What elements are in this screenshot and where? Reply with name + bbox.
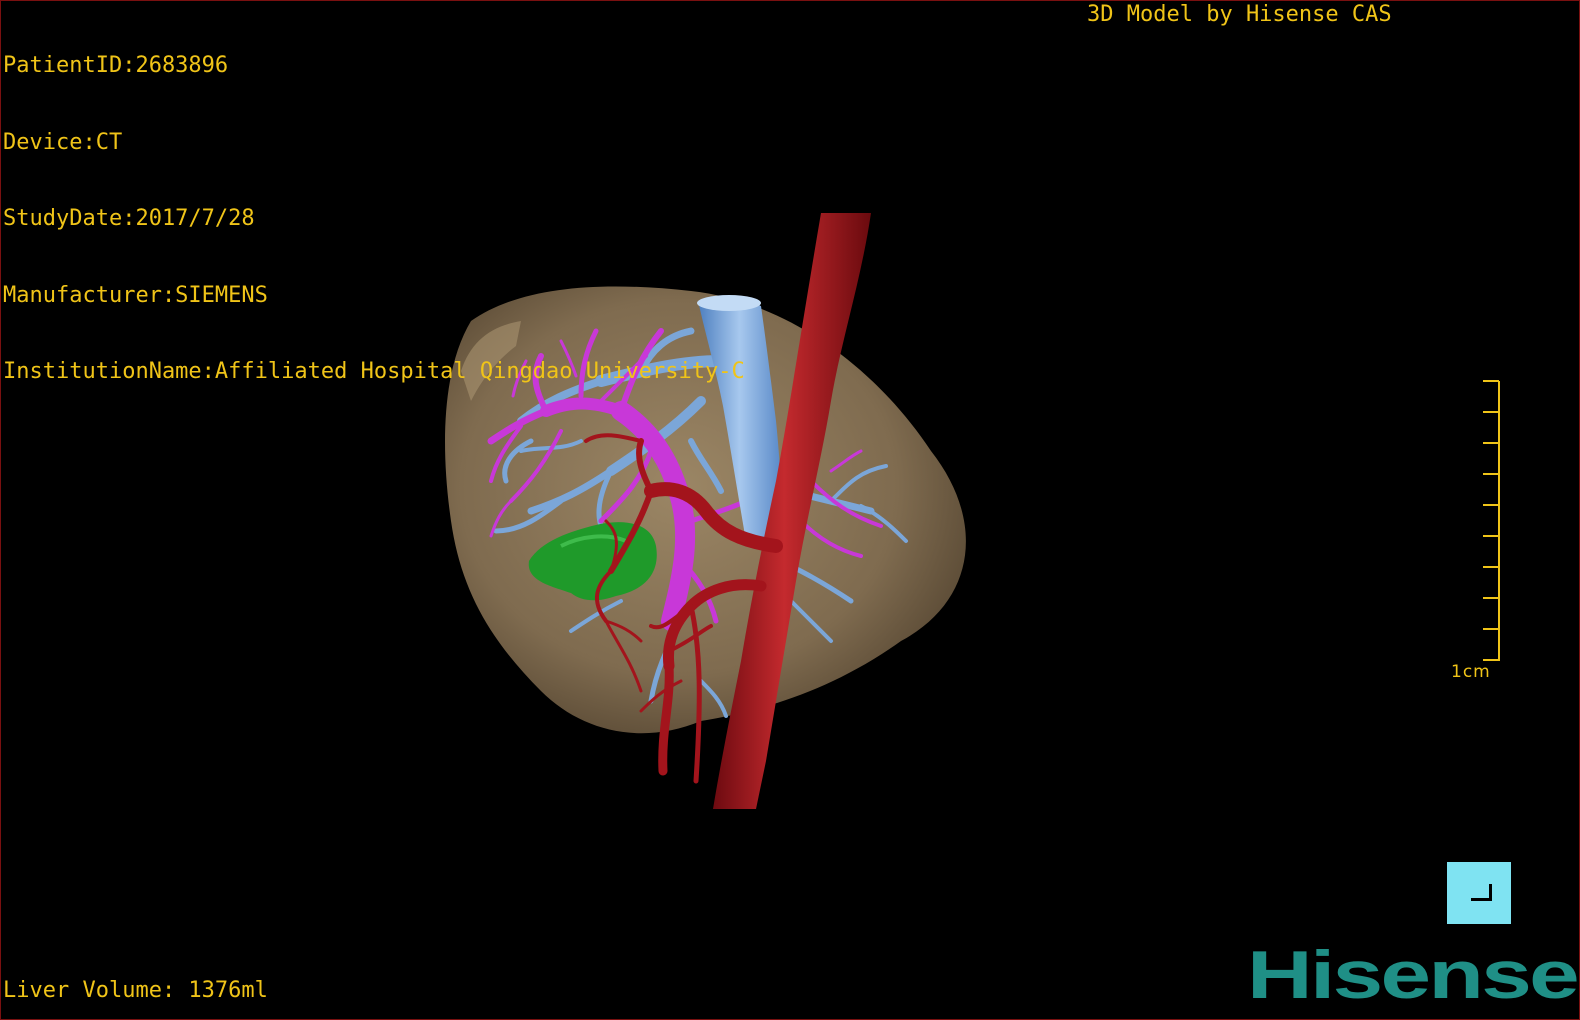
model-credit: 3D Model by Hisense CAS — [1087, 2, 1392, 27]
scale-bar-label: 1cm — [1451, 662, 1491, 682]
hisense-logo: Hisense — [1247, 945, 1579, 1007]
study-date: StudyDate:2017/7/28 — [3, 206, 255, 231]
corner-toggle-button[interactable] — [1447, 862, 1511, 924]
liver-volume: Liver Volume: 1376ml — [3, 978, 268, 1003]
device: Device:CT — [3, 129, 123, 155]
3d-viewport[interactable]: PatientID:2683896 Device:CT StudyDate:20… — [0, 0, 1580, 1020]
institution-name: InstitutionName:Affiliated Hospital Qing… — [3, 359, 745, 384]
manufacturer: Manufacturer:SIEMENS — [3, 282, 268, 308]
corner-bracket-icon — [1471, 884, 1492, 901]
patient-id: PatientID:2683896 — [3, 53, 229, 78]
svg-text:Hisense: Hisense — [1247, 945, 1577, 1007]
patient-info-panel: PatientID:2683896 Device:CT StudyDate:20… — [3, 2, 745, 436]
scale-bar — [1483, 380, 1500, 661]
